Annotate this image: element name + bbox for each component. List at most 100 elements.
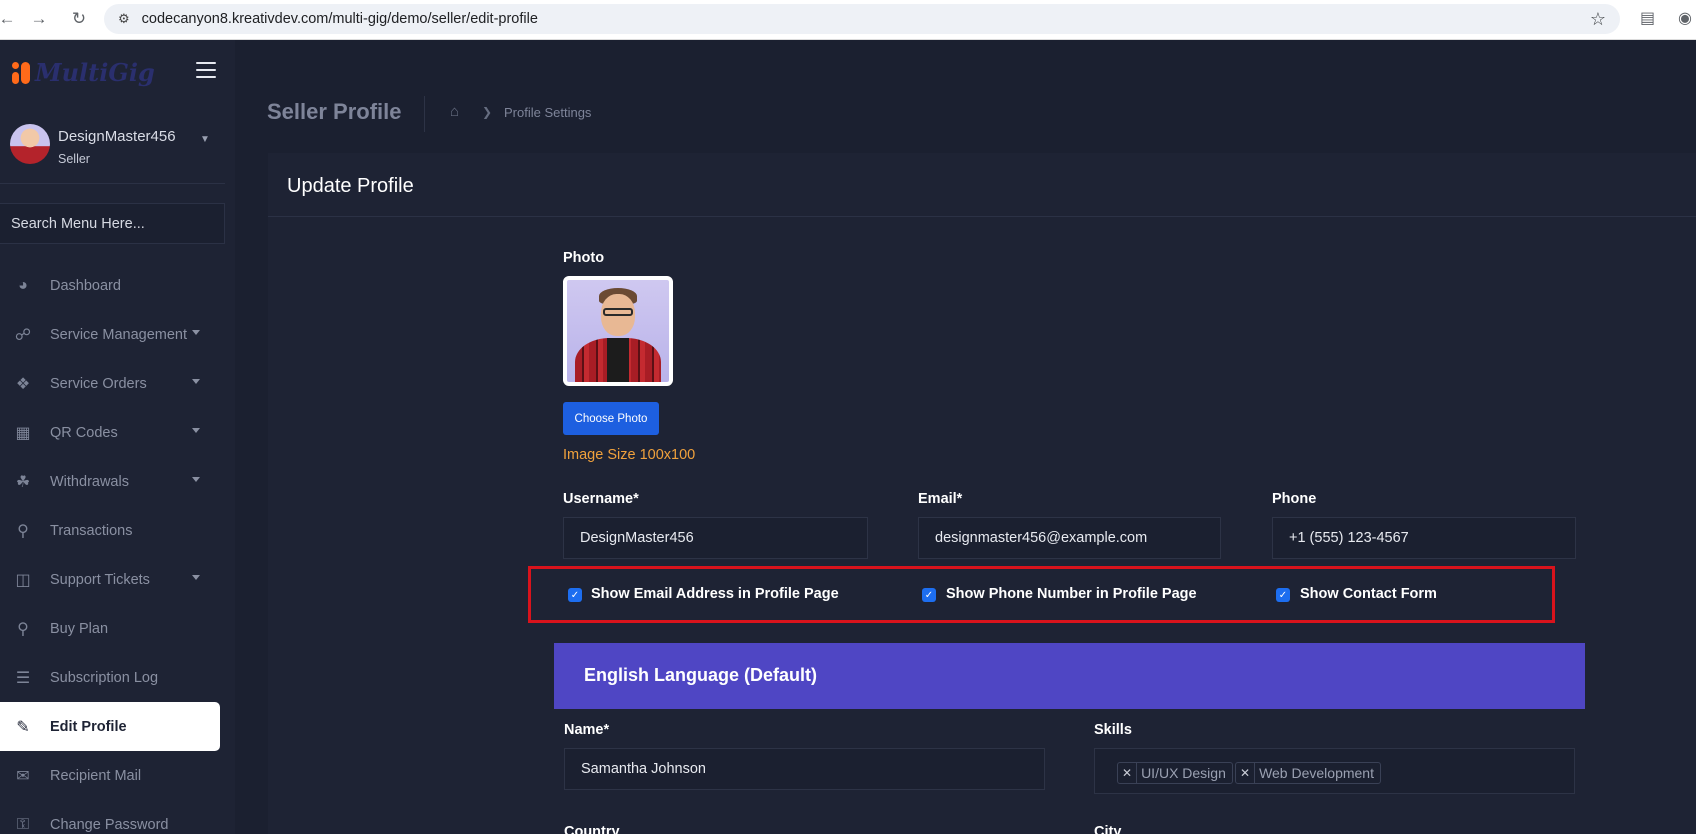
ticket-icon: ◫ [15, 571, 31, 589]
avatar [10, 124, 50, 164]
language-title: English Language (Default) [584, 665, 818, 685]
image-size-note: Image Size 100x100 [563, 447, 696, 463]
boxes-icon: ❖ [15, 375, 31, 393]
email-input[interactable] [918, 517, 1221, 559]
top-navbar [235, 40, 1696, 104]
profile-photo [563, 276, 673, 386]
logo-text: MultiGig [35, 58, 155, 87]
user-edit-icon: ✎ [16, 718, 30, 736]
sidebar-item-label: QR Codes [50, 424, 118, 441]
sidebar-item-label: Support Tickets [50, 571, 150, 588]
sidebar-item-subscription-log[interactable]: ☰ Subscription Log [0, 653, 235, 702]
skills-input[interactable]: ✕ UI/UX Design ✕ Web Development [1094, 748, 1575, 794]
country-label: Country [564, 824, 620, 834]
bookmark-star-icon[interactable]: ☆ [1590, 9, 1606, 30]
sidebar-item-service-orders[interactable]: ❖ Service Orders [0, 359, 235, 408]
brand-logo[interactable]: MultiGig [10, 58, 155, 87]
headset-icon: ☍ [14, 326, 32, 344]
caret-down-icon [192, 330, 200, 335]
breadcrumb-divider [424, 96, 425, 132]
chevron-down-icon[interactable]: ▼ [200, 134, 210, 145]
phone-label: Phone [1272, 491, 1317, 507]
sidebar-item-label: Buy Plan [50, 620, 109, 637]
language-section-header: English Language (Default) [554, 643, 1585, 709]
sidebar-item-support-tickets[interactable]: ◫ Support Tickets [0, 555, 235, 604]
remove-tag-icon[interactable]: ✕ [1118, 763, 1138, 783]
envelope-icon: ✉ [16, 767, 30, 785]
sidebar-item-label: Subscription Log [50, 669, 159, 686]
skill-tag[interactable]: ✕ Web Development [1235, 762, 1381, 784]
card-title: Update Profile [287, 175, 414, 197]
phone-input[interactable] [1272, 517, 1576, 559]
site-settings-icon[interactable]: ⚙ [118, 11, 130, 27]
address-bar[interactable]: ⚙ codecanyon8.kreativdev.com/multi-gig/d… [104, 4, 1620, 34]
skill-tag[interactable]: ✕ UI/UX Design [1117, 762, 1233, 784]
home-icon[interactable]: ⌂ [450, 103, 459, 120]
name-input[interactable] [564, 748, 1045, 790]
sidebar-item-label: Transactions [50, 522, 133, 539]
sidebar-item-change-password[interactable]: ⚿ Change Password [0, 800, 235, 834]
user-role: Seller [58, 152, 90, 166]
sidebar-menu: ◕ Dashboard ☍ Service Management ❖ Servi… [0, 261, 235, 834]
sidebar-item-transactions[interactable]: ⚲ Transactions [0, 506, 235, 555]
sidebar-item-buy-plan[interactable]: ⚲ Buy Plan [0, 604, 235, 653]
user-name: DesignMaster456 [58, 128, 176, 145]
sidebar-item-label: Service Orders [50, 375, 147, 392]
hamburger-menu-icon[interactable] [196, 62, 216, 78]
sidebar: MultiGig DesignMaster456 Seller ▼ ◕ Dash… [0, 40, 235, 834]
username-input[interactable] [563, 517, 868, 559]
qr-code-icon: ▦ [15, 424, 31, 442]
sidebar-item-service-management[interactable]: ☍ Service Management [0, 310, 235, 359]
url-text[interactable]: codecanyon8.kreativdev.com/multi-gig/dem… [142, 11, 538, 27]
caret-down-icon [192, 428, 200, 433]
update-profile-card: Update Profile [268, 153, 1696, 834]
lightbulb-icon: ⚲ [17, 522, 29, 540]
user-profile-dropdown[interactable]: DesignMaster456 Seller ▼ [0, 120, 225, 184]
show-contact-form-label[interactable]: Show Contact Form [1300, 586, 1437, 602]
sidebar-item-label: Service Management [50, 326, 188, 343]
logo-mark-icon [10, 60, 32, 86]
sidebar-item-qr-codes[interactable]: ▦ QR Codes [0, 408, 235, 457]
show-email-checkbox[interactable]: ✓ [568, 588, 582, 602]
city-label: City [1094, 824, 1122, 834]
email-label: Email* [918, 491, 963, 507]
show-email-label[interactable]: Show Email Address in Profile Page [591, 586, 839, 602]
skills-label: Skills [1094, 722, 1132, 738]
sidebar-item-label: Dashboard [50, 277, 121, 294]
list-icon: ☰ [15, 669, 31, 687]
sidebar-item-label: Withdrawals [50, 473, 129, 490]
sidebar-item-label: Edit Profile [50, 718, 127, 735]
page-title: Seller Profile [267, 99, 402, 124]
key-icon: ⚿ [16, 815, 30, 833]
caret-down-icon [192, 477, 200, 482]
gauge-icon: ◕ [18, 276, 28, 294]
bulb-icon: ⚲ [17, 620, 29, 638]
search-menu-input[interactable] [0, 203, 225, 244]
remove-tag-icon[interactable]: ✕ [1236, 763, 1256, 783]
browser-toolbar: ← → ↻ ⚙ codecanyon8.kreativdev.com/multi… [0, 0, 1696, 40]
choose-photo-button[interactable]: Choose Photo [563, 402, 659, 435]
skill-tag-label: Web Development [1259, 765, 1374, 781]
card-header: Update Profile [268, 153, 1696, 217]
show-phone-label[interactable]: Show Phone Number in Profile Page [946, 586, 1197, 602]
back-icon[interactable]: ← [0, 6, 20, 32]
money-bag-icon: ☘ [15, 473, 31, 491]
caret-down-icon [192, 379, 200, 384]
camera-extension-icon[interactable]: ◉ [1678, 8, 1692, 28]
sidebar-item-label: Change Password [50, 816, 169, 833]
username-label: Username* [563, 491, 639, 507]
name-label: Name* [564, 722, 610, 738]
forward-icon[interactable]: → [26, 6, 52, 32]
photo-label: Photo [563, 250, 605, 266]
sidebar-item-dashboard[interactable]: ◕ Dashboard [0, 261, 235, 310]
sidebar-item-recipient-mail[interactable]: ✉ Recipient Mail [0, 751, 235, 800]
chevron-right-icon: ❯ [482, 105, 493, 119]
clipboard-extension-icon[interactable]: ▤ [1640, 8, 1655, 28]
caret-down-icon [192, 575, 200, 580]
breadcrumb-current: Profile Settings [504, 105, 592, 120]
show-phone-checkbox[interactable]: ✓ [922, 588, 936, 602]
reload-icon[interactable]: ↻ [66, 6, 92, 32]
sidebar-item-withdrawals[interactable]: ☘ Withdrawals [0, 457, 235, 506]
show-contact-form-checkbox[interactable]: ✓ [1276, 588, 1290, 602]
sidebar-item-edit-profile[interactable]: ✎ Edit Profile [0, 702, 220, 751]
